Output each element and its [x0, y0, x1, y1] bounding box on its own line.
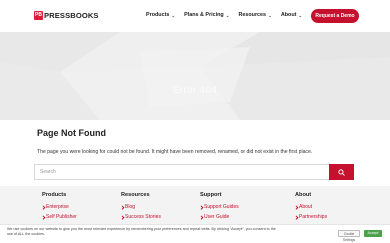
logo-text: PRESSBOOKS: [44, 11, 99, 20]
chevron-down-icon: ⌄: [171, 13, 176, 18]
page-title: Page Not Found: [37, 128, 106, 138]
nav-item-resources[interactable]: Resources ⌄: [238, 12, 271, 19]
main-nav: Products ⌄ Plans & Pricing ⌄ Resources ⌄…: [146, 12, 311, 19]
footer-col-products: Products Enterprise Self Publisher: [42, 192, 77, 224]
footer-link-self-publisher[interactable]: Self Publisher: [42, 214, 77, 220]
nav-item-plans-pricing[interactable]: Plans & Pricing ⌄: [184, 12, 229, 19]
footer-col-title: Resources: [121, 192, 150, 198]
hero-banner: Error 404: [0, 32, 390, 120]
search-form: [34, 164, 354, 180]
footer-col-resources: Resources Blog Success Stories: [121, 192, 161, 224]
footer-link-enterprise[interactable]: Enterprise: [42, 204, 77, 210]
search-button[interactable]: [329, 164, 354, 180]
footer-col-title: Support: [200, 192, 222, 198]
nav-item-label: Plans & Pricing: [184, 12, 224, 18]
hero-title: Error 404: [172, 85, 218, 96]
footer-col-support: Support Support Guides User Guide: [200, 192, 239, 224]
search-icon: [338, 168, 345, 176]
footer-link-about[interactable]: About: [295, 204, 327, 210]
not-found-message: The page you were looking for could not …: [37, 149, 313, 155]
footer-link-support-guides[interactable]: Support Guides: [200, 204, 239, 210]
nav-item-label: About: [280, 12, 297, 18]
nav-item-products[interactable]: Products ⌄: [146, 12, 175, 19]
nav-item-label: Resources: [238, 12, 267, 18]
chevron-down-icon: ⌄: [268, 13, 272, 18]
site-header: PB PRESSBOOKS Products ⌄ Plans & Pricing…: [0, 0, 390, 32]
footer-col-title: About: [295, 192, 312, 198]
nav-item-about[interactable]: About ⌄: [281, 12, 302, 19]
request-demo-button[interactable]: Request a Demo: [311, 9, 359, 23]
cookie-message: We use cookies on our website to give yo…: [7, 227, 276, 237]
footer-link-blog[interactable]: Blog: [121, 204, 161, 210]
logo[interactable]: PB PRESSBOOKS: [34, 11, 99, 20]
cookie-banner: We use cookies on our website to give yo…: [0, 224, 390, 242]
hero-pattern: [0, 32, 390, 120]
cookie-accept-button[interactable]: Accept: [364, 230, 382, 237]
footer-link-success-stories[interactable]: Success Stories: [121, 214, 161, 220]
logo-mark: PB: [34, 11, 43, 20]
search-input[interactable]: [35, 165, 330, 179]
footer-col-about: About About Partnerships: [295, 192, 327, 224]
cookie-settings-button[interactable]: Cookie Settings: [338, 230, 360, 242]
nav-item-label: Products: [146, 12, 170, 18]
footer-link-partnerships[interactable]: Partnerships: [295, 214, 327, 220]
footer-col-title: Products: [42, 192, 67, 198]
footer-link-user-guide[interactable]: User Guide: [200, 214, 239, 220]
chevron-down-icon: ⌄: [225, 13, 230, 18]
chevron-down-icon: ⌄: [298, 13, 303, 18]
